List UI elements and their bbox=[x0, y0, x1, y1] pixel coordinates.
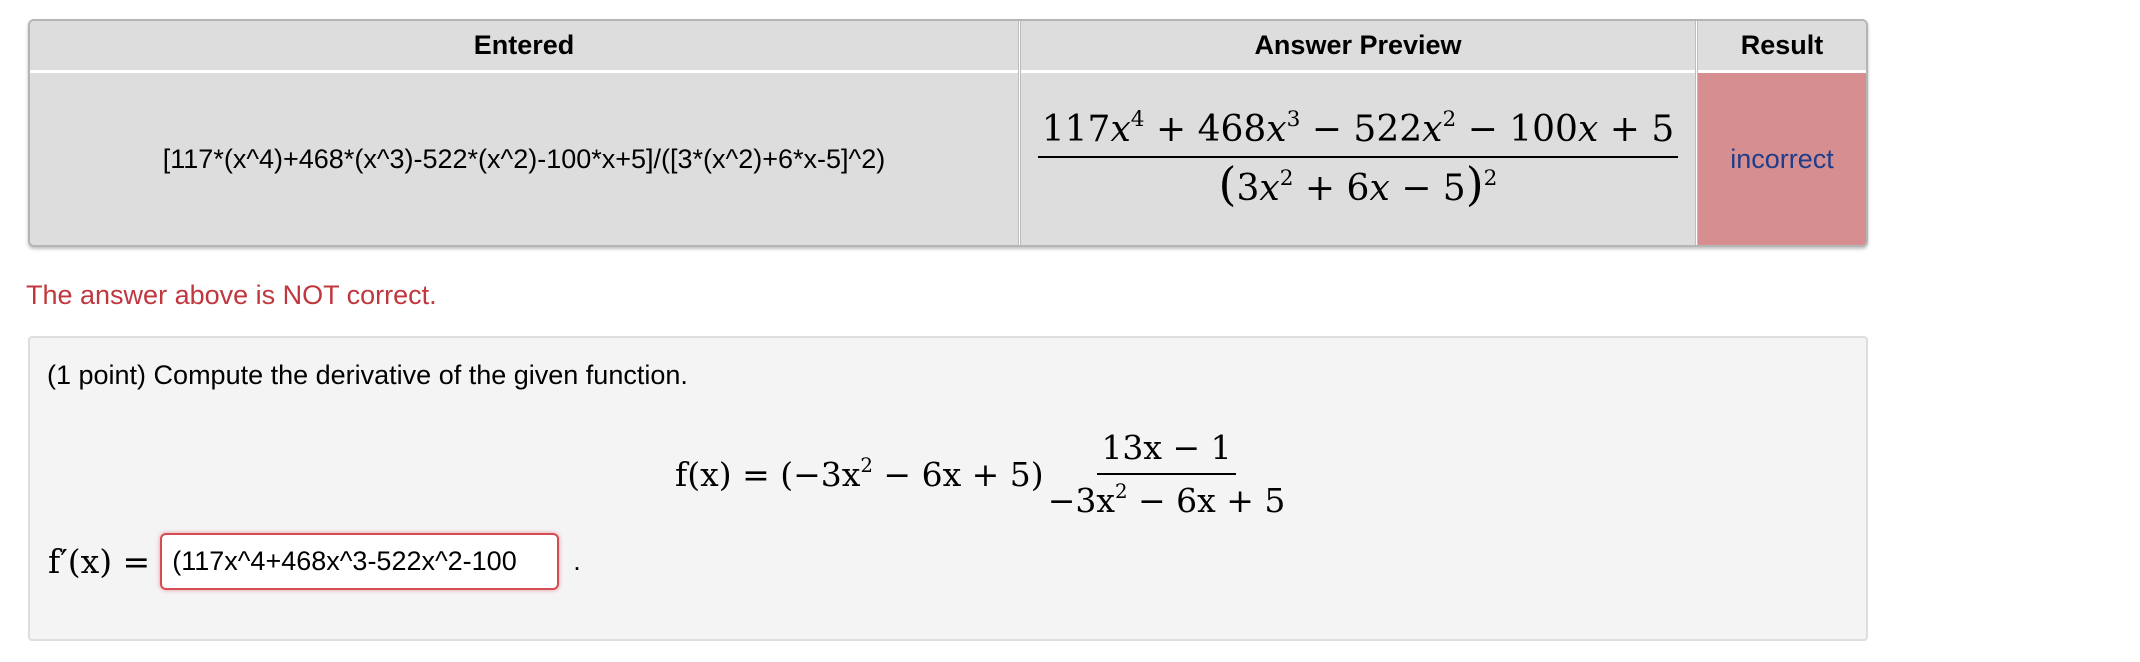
function-definition: f(x) = (−3x2 − 6x + 5) 13x − 1 −3x2 − 6x… bbox=[675, 428, 1289, 520]
answer-status-message: The answer above is NOT correct. bbox=[26, 280, 437, 310]
header-answer-preview: Answer Preview bbox=[1021, 21, 1695, 73]
header-entered: Entered bbox=[30, 21, 1018, 73]
answer-input[interactable] bbox=[160, 533, 560, 590]
column-divider bbox=[1018, 21, 1021, 245]
answer-preview-fraction: 117x4 + 468x3 − 522x2 − 100x + 5 (3x2 + … bbox=[1037, 109, 1679, 211]
function-fraction: 13x − 1 −3x2 − 6x + 5 bbox=[1044, 428, 1290, 520]
function-numerator: 13x − 1 bbox=[1097, 428, 1236, 475]
answer-row: f′(x) = . bbox=[48, 533, 581, 590]
column-divider bbox=[1695, 21, 1698, 245]
results-table: Entered Answer Preview Result [117*(x^4)… bbox=[28, 19, 1868, 247]
result-cell: incorrect bbox=[1698, 73, 1866, 245]
problem-prompt: (1 point) Compute the derivative of the … bbox=[47, 360, 688, 390]
preview-denominator: (3x2 + 6x − 5)2 bbox=[1218, 157, 1498, 211]
entered-cell: [117*(x^4)+468*(x^3)-522*(x^2)-100*x+5]/… bbox=[30, 73, 1018, 245]
answer-period: . bbox=[573, 546, 581, 576]
answer-preview-cell: 117x4 + 468x3 − 522x2 − 100x + 5 (3x2 + … bbox=[1021, 73, 1695, 245]
preview-numerator: 117x4 + 468x3 − 522x2 − 100x + 5 bbox=[1037, 109, 1679, 158]
answer-label: f′(x) = bbox=[48, 542, 151, 581]
function-lhs: f(x) = (−3x2 − 6x + 5) bbox=[675, 453, 1044, 494]
function-denominator: −3x2 − 6x + 5 bbox=[1047, 480, 1286, 520]
header-result: Result bbox=[1698, 21, 1866, 73]
problem-box: (1 point) Compute the derivative of the … bbox=[28, 336, 1868, 641]
